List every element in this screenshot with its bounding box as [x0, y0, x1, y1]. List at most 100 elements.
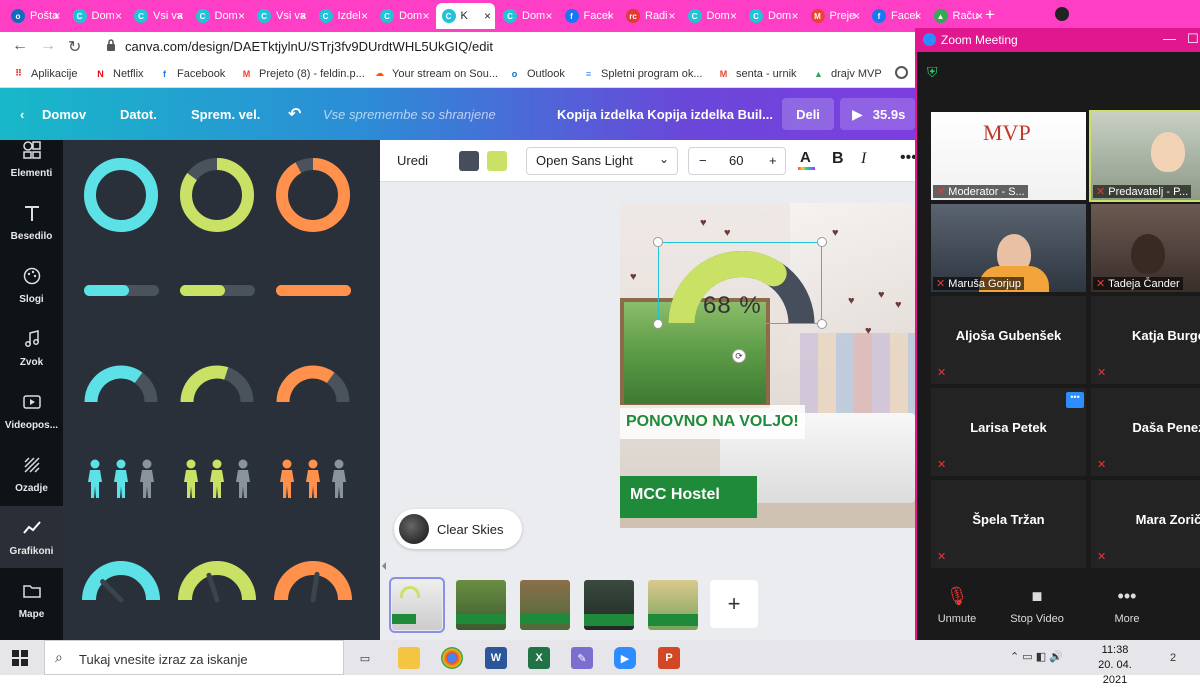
edit-button[interactable]: Uredi: [397, 153, 428, 168]
browser-tab[interactable]: rc Radi ×: [620, 3, 680, 29]
page-thumbnail[interactable]: [389, 577, 445, 633]
increase-size-button[interactable]: +: [769, 153, 777, 168]
zoom-app-icon[interactable]: ▶: [614, 647, 636, 669]
bookmark-item[interactable]: Msenta - urnik: [717, 67, 797, 80]
close-icon[interactable]: ×: [545, 9, 552, 23]
bookmark-item[interactable]: f Facebook: [158, 67, 225, 80]
more-button[interactable]: ••• More: [1087, 586, 1167, 625]
rotate-handle-icon[interactable]: ⟳: [732, 349, 746, 363]
font-size-input[interactable]: 60: [729, 153, 743, 168]
close-icon[interactable]: ×: [299, 9, 306, 23]
bookmark-item[interactable]: M Prejeto (8) - feldin.p...: [240, 67, 365, 80]
undo-icon[interactable]: ↶: [288, 104, 301, 124]
resize-handle[interactable]: [653, 237, 663, 247]
chrome-icon[interactable]: [441, 647, 463, 669]
forward-arrow-icon[interactable]: →: [40, 37, 56, 55]
rail-item-mape[interactable]: Mape: [0, 569, 63, 631]
resize-handle[interactable]: [817, 319, 827, 329]
participant-tile[interactable]: Larisa Petek ✕ •••: [931, 388, 1086, 476]
hostel-name-banner[interactable]: MCC Hostel: [620, 476, 757, 518]
browser-tab[interactable]: C Vsi va ×: [128, 3, 188, 29]
bookmark-item[interactable]: ☁ Your stream on Sou...: [373, 67, 498, 80]
page-thumbnail[interactable]: [648, 580, 698, 630]
bookmark-item[interactable]: ⠿ Aplikacije: [12, 67, 77, 80]
word-icon[interactable]: W: [485, 647, 507, 669]
browser-tab[interactable]: o Pošta ×: [5, 3, 65, 29]
browser-tab[interactable]: C Dom ×: [682, 3, 742, 29]
text-color-icon[interactable]: A: [800, 149, 811, 166]
minimize-icon[interactable]: —: [1163, 31, 1176, 46]
reload-icon[interactable]: ↻: [68, 37, 81, 57]
close-icon[interactable]: ×: [668, 9, 675, 23]
color-swatch-lime[interactable]: [487, 151, 507, 171]
maximize-icon[interactable]: ☐: [1187, 31, 1199, 47]
close-icon[interactable]: ×: [176, 9, 183, 23]
browser-tab[interactable]: f Facel ×: [559, 3, 619, 29]
paint-icon[interactable]: ✎: [571, 647, 593, 669]
browser-tab[interactable]: C K ×: [435, 3, 495, 29]
new-tab-button[interactable]: +: [985, 5, 995, 25]
browser-tab[interactable]: C Dom ×: [497, 3, 557, 29]
taskbar-search[interactable]: ⌕ Tukaj vnesite izraz za iskanje: [44, 640, 344, 675]
progress-value-text[interactable]: 68 %: [703, 292, 762, 320]
close-icon[interactable]: ×: [115, 9, 122, 23]
bold-button[interactable]: B: [832, 150, 844, 168]
powerpoint-icon[interactable]: P: [658, 647, 680, 669]
tile-options-icon[interactable]: •••: [1066, 392, 1084, 408]
audio-track-pill[interactable]: Clear Skies: [394, 509, 522, 549]
clock[interactable]: 11:38 20. 04. 2021: [1090, 643, 1140, 688]
bookmark-item[interactable]: ▲ drajv MVP: [812, 67, 882, 80]
close-icon[interactable]: ×: [853, 9, 860, 23]
horizontal-scrollbar[interactable]: [380, 562, 915, 570]
browser-tab[interactable]: ▲ Raču ×: [928, 3, 988, 29]
rail-item-zvok[interactable]: Zvok: [0, 317, 63, 379]
rail-item-besedilo[interactable]: Besedilo: [0, 191, 63, 253]
back-arrow-icon[interactable]: ←: [12, 37, 28, 55]
browser-tab[interactable]: C Vsi va ×: [251, 3, 311, 29]
rail-item-videopos[interactable]: Videopos...: [0, 380, 63, 442]
close-icon[interactable]: ×: [361, 9, 368, 23]
unmute-button[interactable]: 🎙 Unmute: [917, 586, 997, 625]
close-icon[interactable]: ×: [53, 9, 60, 23]
share-button[interactable]: Deli: [782, 98, 834, 130]
bookmark-item[interactable]: ≡ Spletni program ok...: [582, 67, 703, 80]
page-thumbnail[interactable]: [456, 580, 506, 630]
notification-icon[interactable]: 2: [1162, 648, 1184, 668]
italic-button[interactable]: I: [861, 150, 866, 168]
participant-video-tile[interactable]: ✕ Tadeja Čander: [1091, 204, 1200, 292]
close-icon[interactable]: ×: [422, 9, 429, 23]
stop-video-button[interactable]: ■ Stop Video: [997, 586, 1077, 625]
close-icon[interactable]: ×: [607, 9, 614, 23]
bookmark-item[interactable]: o Outlook: [508, 67, 565, 80]
font-family-select[interactable]: Open Sans Light ⌄: [526, 147, 678, 175]
participant-tile[interactable]: Špela Tržan ✕: [931, 480, 1086, 568]
color-swatch-dark[interactable]: [459, 151, 479, 171]
page-thumbnail[interactable]: [520, 580, 570, 630]
file-menu-button[interactable]: Datot.: [120, 107, 157, 122]
participant-tile[interactable]: Aljoša Gubenšek ✕: [931, 296, 1086, 384]
rail-item-slogi[interactable]: Slogi: [0, 254, 63, 316]
participant-tile[interactable]: Daša Penez ✕: [1091, 388, 1200, 476]
resize-handle[interactable]: [653, 319, 663, 329]
windows-start-icon[interactable]: [12, 650, 28, 666]
extension-icon[interactable]: [895, 66, 908, 79]
browser-tab[interactable]: C Dom ×: [743, 3, 803, 29]
browser-tab[interactable]: C Dom ×: [374, 3, 434, 29]
present-button[interactable]: ▶ 35.9s: [840, 98, 915, 130]
file-explorer-icon[interactable]: [398, 647, 420, 669]
browser-tab[interactable]: C Izdel ×: [313, 3, 373, 29]
rail-item-ozadje[interactable]: Ozadje: [0, 443, 63, 505]
close-icon[interactable]: ×: [914, 9, 921, 23]
browser-tab[interactable]: M Preje ×: [805, 3, 865, 29]
resize-handle[interactable]: [817, 237, 827, 247]
tab-search-icon[interactable]: [1055, 7, 1069, 21]
page-thumbnail[interactable]: [584, 580, 634, 630]
rail-item-elementi[interactable]: Elementi: [0, 128, 63, 190]
promo-banner[interactable]: PONOVNO NA VOLJO!: [620, 405, 805, 439]
excel-icon[interactable]: X: [528, 647, 550, 669]
participant-tile[interactable]: Katja Burge ✕: [1091, 296, 1200, 384]
close-icon[interactable]: ×: [976, 9, 983, 23]
task-view-icon[interactable]: ▭: [354, 647, 376, 669]
browser-tab[interactable]: C Dom ×: [67, 3, 127, 29]
participant-video-tile[interactable]: ✕ Maruša Gorjup: [931, 204, 1086, 292]
